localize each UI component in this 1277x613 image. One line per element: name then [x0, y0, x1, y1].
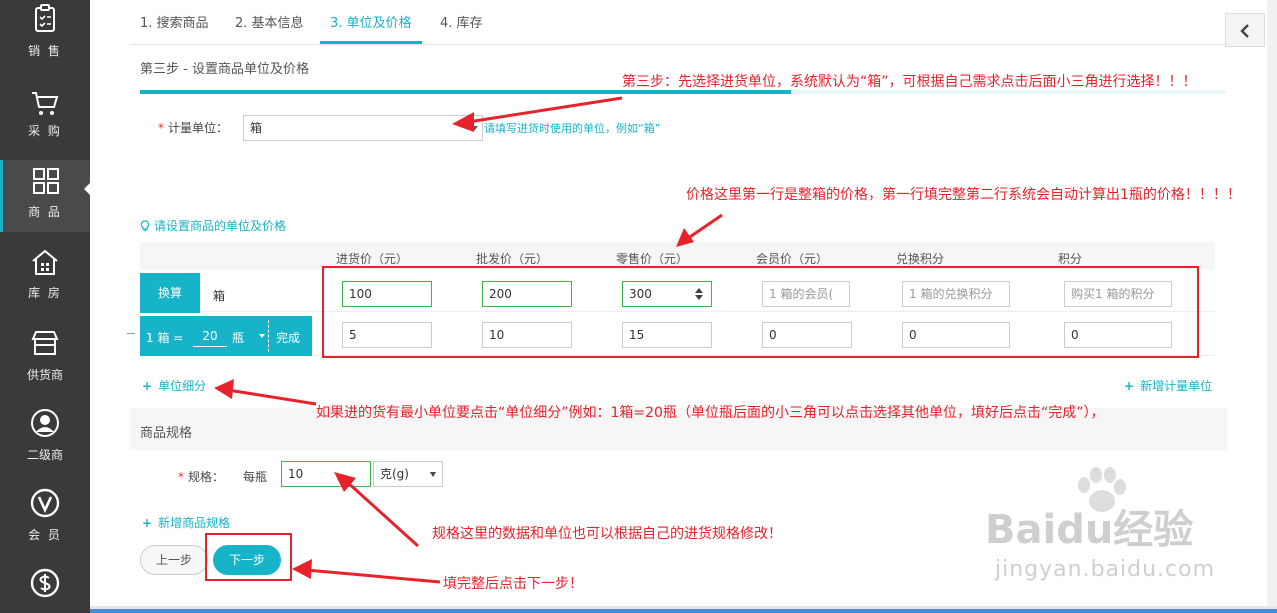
sidebar-item-warehouse[interactable]: 库 房: [0, 240, 90, 320]
col-head-retail: 零售价（元）: [616, 252, 689, 266]
annotation-unit-detail: 如果进的货有最小单位要点击“单位细分”例如：1箱=20瓶（单位瓶后面的小三角可以…: [316, 405, 1105, 421]
new-spec-link[interactable]: + 新增商品规格: [142, 514, 230, 531]
sidebar-item-label: 库 房: [28, 286, 62, 300]
unit-select-value: 箱: [250, 121, 263, 135]
col-head-wholesale: 批发价（元）: [476, 252, 549, 266]
plus-icon: +: [142, 516, 153, 530]
chevron-down-icon[interactable]: [430, 472, 436, 477]
sidebar-item-label: 采 购: [28, 124, 62, 138]
col-head-member: 会员价（元）: [756, 252, 829, 266]
unit-label-text: 计量单位：: [168, 121, 229, 135]
done-button[interactable]: 完成: [276, 329, 300, 346]
col-head-purchase: 进货价（元）: [336, 252, 409, 266]
chevron-down-icon[interactable]: [259, 334, 265, 338]
unit-detail-link[interactable]: + 单位细分: [142, 377, 206, 394]
watermark-url: jingyan.baidu.com: [995, 557, 1216, 582]
annotation-next: 填完整后点击下一步！: [443, 576, 583, 592]
spec-label-text: 规格：: [188, 470, 225, 484]
sidebar-item-member[interactable]: 会 员: [0, 480, 90, 560]
tabs-divider: [130, 44, 1230, 45]
taskbar-edge: [90, 609, 1277, 613]
remove-unit-icon[interactable]: [127, 333, 135, 334]
price-tip: 请设置商品的单位及价格: [140, 217, 286, 234]
step-title: 第三步 - 设置商品单位及价格: [140, 62, 309, 77]
new-unit-link[interactable]: + 新增计量单位: [1124, 377, 1212, 394]
sidebar-item-finance[interactable]: [0, 560, 90, 613]
tab-unit-price[interactable]: 3. 单位及价格: [320, 4, 422, 44]
sidebar-item-label: 会 员: [28, 528, 62, 542]
tab-search-goods[interactable]: 1. 搜索商品: [130, 4, 219, 44]
collapse-panel-button[interactable]: [1225, 13, 1265, 47]
tab-basic-info[interactable]: 2. 基本信息: [225, 4, 314, 44]
convert-button[interactable]: 换算: [140, 273, 200, 313]
sub-unit-prefix: 1 箱 =: [146, 331, 184, 345]
col-head-points: 积分: [1058, 252, 1083, 266]
unit-label: * 计量单位：: [158, 119, 228, 136]
required-mark: *: [178, 470, 184, 484]
sidebar-item-label: 商 品: [28, 205, 62, 219]
annotation-box-prices: [322, 266, 1199, 358]
annotation-spec: 规格这里的数据和单位也可以根据自己的进货规格修改！: [432, 526, 782, 542]
chevron-down-icon[interactable]: [470, 126, 478, 131]
spec-value-input[interactable]: 10: [281, 461, 371, 487]
base-unit-label: 箱: [213, 289, 226, 303]
divider: [268, 320, 269, 352]
spec-prefix: 每瓶: [243, 470, 268, 484]
spec-label: * 规格：: [178, 468, 224, 485]
price-tip-text: 请设置商品的单位及价格: [154, 219, 287, 233]
new-spec-text: 新增商品规格: [158, 516, 231, 530]
dollar-icon: [30, 568, 60, 598]
warehouse-icon: [32, 249, 58, 275]
annotation-box-next: [205, 533, 292, 581]
shop-icon: [31, 331, 59, 355]
sub-qty-input[interactable]: 20: [193, 325, 227, 347]
annotation-price-rows: 价格这里第一行是整箱的价格，第一行填完整第二行系统会自动计算出1瓶的价格！！！！: [686, 187, 1241, 203]
unit-select[interactable]: 箱: [243, 115, 483, 141]
sidebar-item-reseller[interactable]: 二级商: [0, 400, 90, 480]
grid-icon: [33, 168, 59, 194]
annotation-step-three: 第三步：先选择进货单位，系统默认为“箱”，可根据自己需求点击后面小三角进行选择！…: [622, 74, 1197, 90]
unit-subdivide-bar: 1 箱 = 20 瓶 完成: [140, 316, 312, 356]
unit-hint: 请填写进货时使用的单位，例如“箱”: [484, 122, 661, 135]
sidebar-item-label: 销 售: [28, 44, 62, 58]
prev-step-button[interactable]: 上一步: [140, 545, 208, 575]
sidebar-item-goods[interactable]: 商 品: [0, 160, 90, 232]
watermark-brand: Baidu经验: [985, 507, 1194, 553]
lightbulb-icon: [140, 220, 150, 232]
sub-unit-value: 瓶: [232, 331, 245, 345]
plus-icon: +: [1124, 379, 1135, 393]
cart-icon: [32, 92, 59, 115]
sidebar-item-supplier[interactable]: 供货商: [0, 320, 90, 400]
required-mark: *: [158, 121, 164, 135]
sidebar: 销 售 采 购 商 品 库 房 供货商 二级商 会 员: [0, 0, 91, 613]
chevron-left-icon: [1240, 24, 1249, 38]
sidebar-item-sales[interactable]: 销 售: [0, 0, 90, 80]
plus-icon: +: [142, 379, 153, 393]
spec-section-title: 商品规格: [140, 426, 193, 441]
scrollbar[interactable]: [1267, 0, 1277, 613]
person-icon: [31, 409, 59, 437]
new-unit-text: 新增计量单位: [1140, 379, 1213, 393]
sidebar-item-label: 供货商: [26, 368, 63, 382]
spec-unit-value: 克(g): [380, 467, 409, 481]
app-root: 销 售 采 购 商 品 库 房 供货商 二级商 会 员 1. 搜索商品 2. 基…: [0, 0, 1277, 613]
clipboard-icon: [35, 4, 55, 32]
spec-unit-select[interactable]: 克(g): [373, 461, 443, 487]
tab-stock[interactable]: 4. 库存: [430, 4, 493, 44]
vip-icon: [30, 488, 60, 518]
sidebar-item-label: 二级商: [26, 448, 63, 462]
col-head-exchange-points: 兑换积分: [896, 252, 945, 266]
sidebar-item-purchase[interactable]: 采 购: [0, 80, 90, 160]
unit-detail-text: 单位细分: [158, 379, 207, 393]
